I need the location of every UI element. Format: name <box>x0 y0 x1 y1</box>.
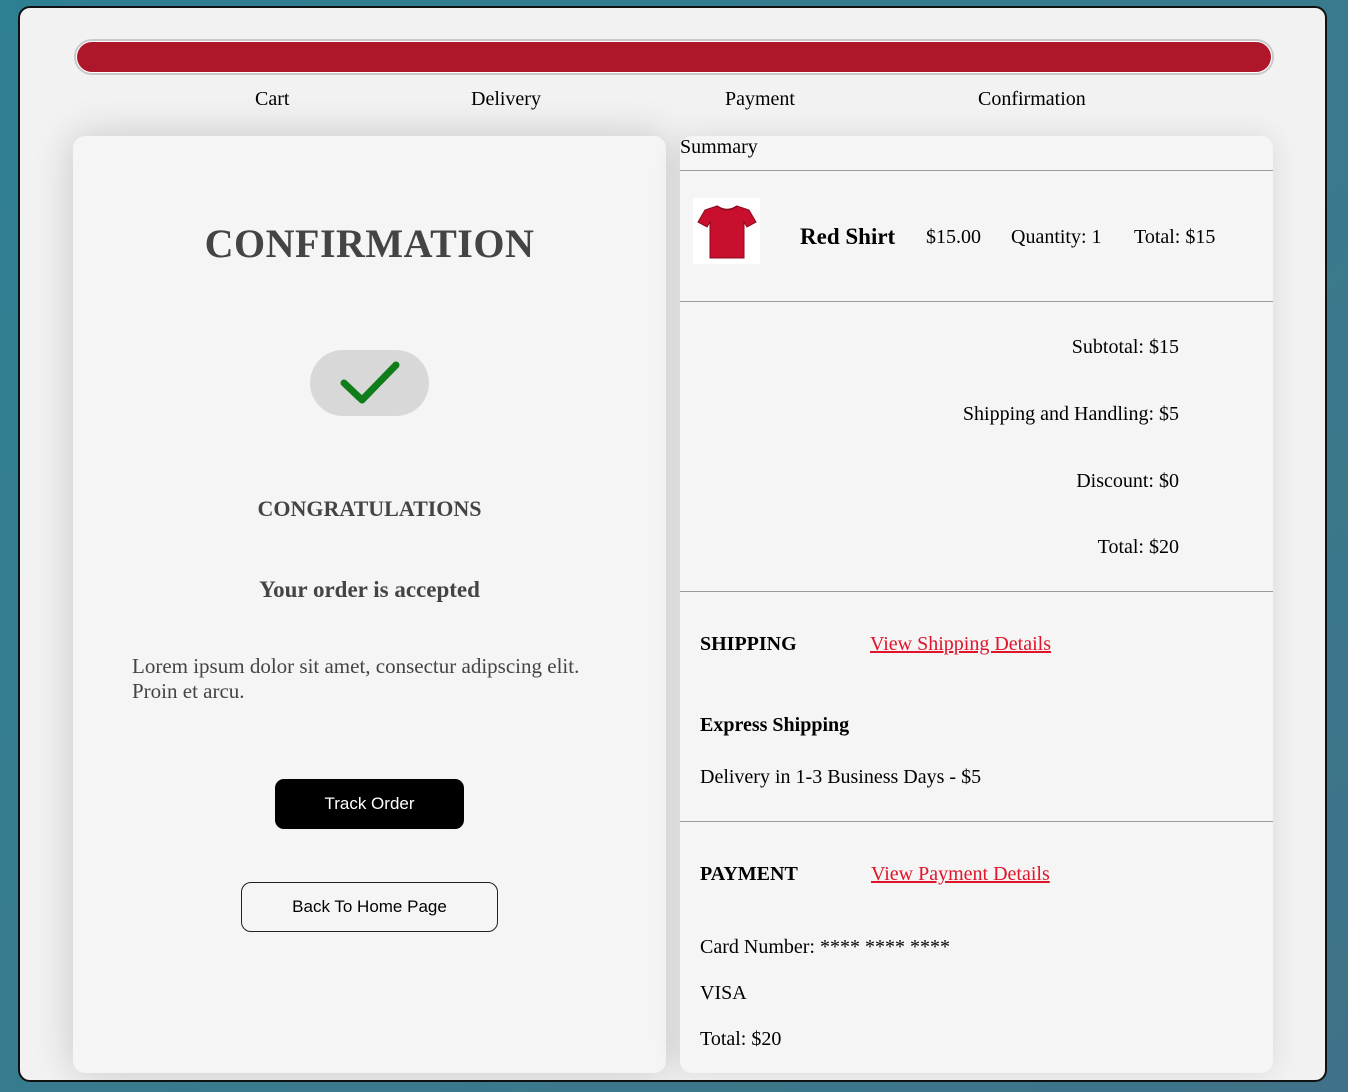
progress-fill <box>77 42 1271 72</box>
divider <box>680 591 1273 592</box>
step-delivery: Delivery <box>471 88 541 110</box>
red-shirt-icon <box>696 205 757 259</box>
view-payment-details-link[interactable]: View Payment Details <box>871 863 1050 886</box>
product-total: Total: $15 <box>1134 226 1216 248</box>
congrats-heading: CONGRATULATIONS <box>257 496 482 521</box>
product-price: $15.00 <box>926 226 981 248</box>
subtotal: Subtotal: $15 <box>1071 336 1179 358</box>
shipping-handling: Shipping and Handling: $5 <box>962 403 1179 425</box>
shipping-detail: Delivery in 1-3 Business Days - $5 <box>700 766 982 788</box>
success-badge <box>310 350 429 416</box>
product-name: Red Shirt <box>800 224 896 249</box>
order-summary-card: Summary Red Shirt $15.00 Quantity: 1 Tot… <box>680 136 1273 1073</box>
product-image <box>693 198 760 264</box>
summary-label: Summary <box>680 136 758 158</box>
shipping-heading: SHIPPING <box>700 633 797 655</box>
confirmation-message: Lorem ipsum dolor sit amet, consectur ad… <box>132 654 580 703</box>
checkout-steps: Cart Delivery Payment Confirmation <box>20 88 1325 118</box>
card-type: VISA <box>700 982 747 1004</box>
back-home-button[interactable]: Back To Home Page <box>241 882 498 932</box>
step-confirmation: Confirmation <box>978 88 1086 110</box>
browser-window: Cart Delivery Payment Confirmation CONFI… <box>18 6 1327 1082</box>
product-quantity: Quantity: 1 <box>1011 226 1102 248</box>
payment-heading: PAYMENT <box>700 863 798 885</box>
page-title: CONFIRMATION <box>204 221 535 266</box>
discount: Discount: $0 <box>1076 470 1179 492</box>
step-cart: Cart <box>255 88 290 110</box>
checkout-progress-bar <box>74 39 1274 75</box>
grand-total: Total: $20 <box>1097 536 1179 558</box>
view-shipping-details-link[interactable]: View Shipping Details <box>870 633 1051 656</box>
divider <box>680 301 1273 302</box>
payment-total: Total: $20 <box>700 1028 782 1050</box>
divider <box>680 821 1273 822</box>
track-order-button[interactable]: Track Order <box>275 779 464 829</box>
divider <box>680 170 1273 171</box>
card-number: Card Number: **** **** **** <box>700 936 950 958</box>
order-accepted-text: Your order is accepted <box>259 577 480 602</box>
step-payment: Payment <box>725 88 795 110</box>
shipping-method: Express Shipping <box>700 714 850 736</box>
confirmation-card: CONFIRMATION CONGRATULATIONS Your order … <box>73 136 666 1073</box>
checkmark-icon <box>340 361 399 404</box>
